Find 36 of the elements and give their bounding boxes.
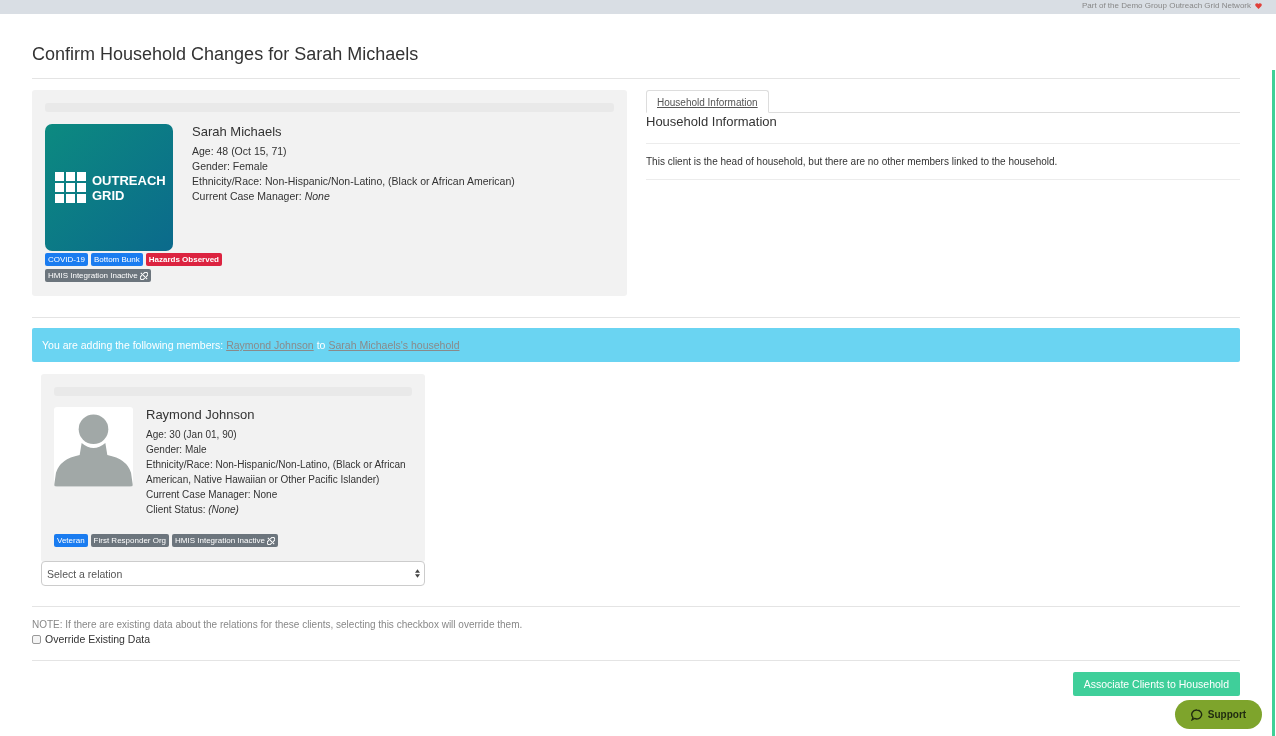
section-heading: Household Information [646, 112, 1240, 143]
avatar-silhouette-icon [54, 407, 133, 487]
member-detail: Current Case Manager: None [146, 488, 279, 502]
member-detail: Age: 30 (Jan 01, 90) [146, 428, 238, 442]
support-button[interactable]: Support [1175, 700, 1262, 729]
heart-icon [1255, 3, 1262, 9]
network-label: Part of the Demo Group Outreach Grid Network [1082, 1, 1251, 11]
note-text: NOTE: If there are existing data about the relations for these clients, selecting this checkbox will override them. [32, 619, 524, 630]
tag-badge: COVID-19 [45, 253, 88, 266]
checkbox-label: Override Existing Data [45, 633, 151, 645]
override-checkbox[interactable] [32, 634, 41, 644]
chat-bubble-icon [1190, 708, 1203, 721]
relation-select[interactable]: Select a relation [41, 561, 425, 586]
tag-badge: Veteran [54, 534, 88, 547]
grid-icon [55, 172, 87, 203]
member-detail: Client Status: (None) [146, 503, 240, 517]
tag-badge: HMIS Integration Inactive [45, 269, 151, 282]
tag-badge: First Responder Org [90, 534, 170, 547]
tag-badge: Hazards Observed [145, 253, 222, 266]
member-detail: Ethnicity/Race: Non-Hispanic/Non-Latino, (Black or African American, Native Hawaiian or Other Pacific Islander) [146, 458, 407, 487]
client-detail: Ethnicity/Race: Non-Hispanic/Non-Latino, (Black or African American) [192, 174, 515, 189]
page-title: Confirm Household Changes for Sarah Michaels [32, 44, 420, 65]
tag-badge: HMIS Integration Inactive [172, 534, 278, 547]
member-detail: Gender: Male [146, 443, 208, 457]
client-detail: Age: 48 (Oct 15, 71) [192, 144, 288, 159]
client-name: Sarah Michaels [192, 124, 283, 140]
household-tab[interactable]: Household Information [646, 90, 769, 113]
client-detail: Gender: Female [192, 159, 269, 174]
household-message: This client is the head of household, but there are no other members linked to the household. [646, 155, 1059, 169]
alert-message: to [316, 339, 326, 351]
member-name: Raymond Johnson [146, 407, 256, 423]
sort-caret-icon [415, 569, 420, 578]
client-detail: Current Case Manager: None [192, 189, 331, 204]
alert-message: You are adding the following members: [42, 339, 224, 351]
logo-wordmark: OUTREACH GRID [92, 172, 166, 203]
tag-badge: Bottom Bunk [90, 253, 143, 266]
